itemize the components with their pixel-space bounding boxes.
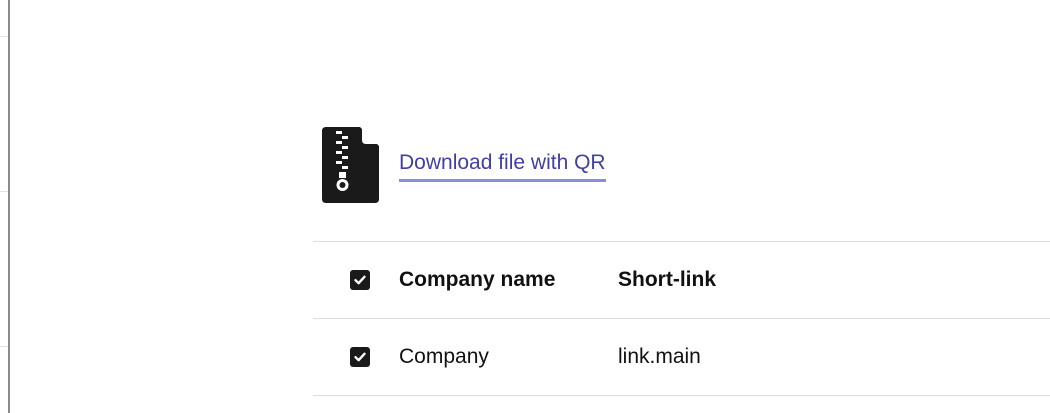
left-panel-divider xyxy=(0,36,8,37)
column-header-company-name[interactable]: Company name xyxy=(399,268,555,292)
left-panel-divider xyxy=(0,191,8,192)
download-file-with-qr-link[interactable]: Download file with QR xyxy=(399,151,606,182)
column-header-short-link[interactable]: Short-link xyxy=(618,268,716,292)
companies-table: Company name Short-link Company link.mai… xyxy=(313,241,1050,396)
table-row: Company link.main xyxy=(313,318,1050,396)
zip-file-icon xyxy=(322,127,379,203)
table-header-row: Company name Short-link xyxy=(313,241,1050,318)
select-all-checkbox[interactable] xyxy=(350,270,370,290)
download-section: Download file with QR xyxy=(322,127,606,203)
short-link-cell: link.main xyxy=(618,345,701,368)
company-name-cell: Company xyxy=(399,345,489,368)
left-panel-divider xyxy=(0,346,8,347)
checkmark-icon xyxy=(354,352,366,362)
row-checkbox[interactable] xyxy=(350,347,370,367)
left-panel-edge xyxy=(0,0,10,413)
checkmark-icon xyxy=(354,275,366,285)
